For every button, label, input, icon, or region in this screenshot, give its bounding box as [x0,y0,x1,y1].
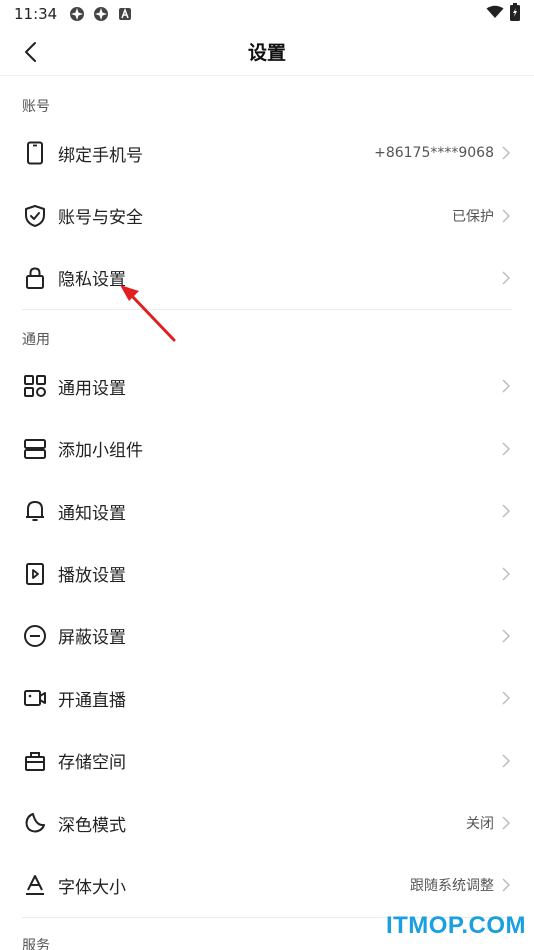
settings-item-font-size[interactable]: 字体大小 跟随系统调整 [0,854,534,916]
settings-item-label: 深色模式 [58,815,126,836]
status-bar: 11:34 [0,0,534,28]
moon-icon [22,810,48,836]
play-icon [22,561,48,587]
settings-item-label: 通用设置 [58,378,126,399]
settings-item-label: 添加小组件 [58,441,143,462]
chevron-right-icon [500,753,512,769]
settings-item-notifications[interactable]: 通知设置 [0,480,534,542]
settings-item-label: 存储空间 [58,753,126,774]
settings-item-dark-mode[interactable]: 深色模式 关闭 [0,792,534,854]
status-time: 11:34 [14,5,58,23]
back-button[interactable] [18,40,42,64]
chevron-right-icon [500,378,512,394]
font-size-icon [22,872,48,898]
settings-item-label: 隐私设置 [58,270,126,291]
section-header-general: 通用 [22,332,50,349]
bell-icon [22,498,48,524]
settings-item-label: 通知设置 [58,503,126,524]
shield-icon [22,203,48,229]
settings-item-value: 关闭 [466,816,494,833]
widget-icon [22,436,48,462]
settings-item-bind-phone[interactable]: 绑定手机号 +86175****9068 [0,122,534,184]
chevron-right-icon [500,815,512,831]
settings-item-account-security[interactable]: 账号与安全 已保护 [0,184,534,246]
phone-icon [22,140,48,166]
settings-item-block[interactable]: 屏蔽设置 [0,605,534,667]
battery-icon [510,3,520,25]
settings-item-label: 账号与安全 [58,208,143,229]
section-header-account: 账号 [22,99,50,115]
lock-icon [22,265,48,291]
block-icon [22,623,48,649]
settings-item-label: 绑定手机号 [58,145,143,166]
grid-icon [22,373,48,399]
video-camera-icon [22,685,48,711]
settings-item-general[interactable]: 通用设置 [0,355,534,417]
settings-item-privacy[interactable]: 隐私设置 [0,247,534,309]
chevron-right-icon [500,690,512,706]
chevron-left-icon [25,42,36,62]
settings-item-value: +86175****9068 [374,145,494,162]
settings-item-live[interactable]: 开通直播 [0,667,534,729]
settings-item-label: 字体大小 [58,877,126,898]
chevron-right-icon [500,877,512,893]
storage-icon [22,748,48,774]
chevron-right-icon [500,441,512,457]
chevron-right-icon [500,270,512,286]
app-notification-icon [69,6,85,22]
settings-item-storage[interactable]: 存储空间 [0,730,534,792]
settings-item-add-widget[interactable]: 添加小组件 [0,418,534,480]
chevron-right-icon [500,503,512,519]
watermark: ITMOP.COM [385,912,526,939]
settings-item-value: 已保护 [452,208,494,225]
nav-bar: 设置 [0,28,534,76]
chevron-right-icon [500,628,512,644]
app-notification-icon [117,6,133,22]
wifi-icon [486,5,504,23]
chevron-right-icon [500,145,512,161]
page-title: 设置 [247,42,286,64]
settings-item-value: 跟随系统调整 [410,878,494,895]
settings-item-label: 开通直播 [58,690,126,711]
app-notification-icon [93,6,109,22]
chevron-right-icon [500,566,512,582]
settings-item-playback[interactable]: 播放设置 [0,542,534,604]
chevron-right-icon [500,208,512,224]
settings-item-label: 播放设置 [58,566,126,587]
settings-item-label: 屏蔽设置 [58,628,126,649]
